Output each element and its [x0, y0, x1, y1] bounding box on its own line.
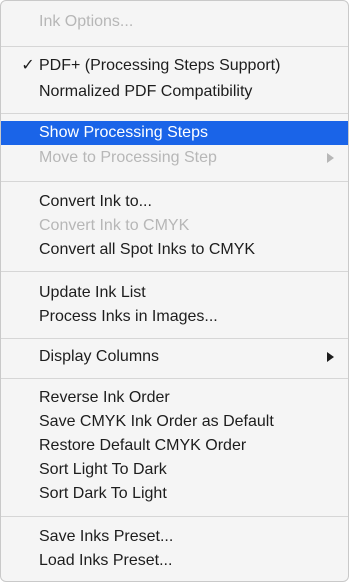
menu-item-restore-cmyk-order[interactable]: Restore Default CMYK Order [1, 435, 348, 457]
menu-separator [1, 338, 348, 339]
ink-options-menu: Ink Options... ✓ PDF+ (Processing Steps … [0, 0, 349, 582]
submenu-arrow-icon [327, 153, 334, 163]
menu-item-sort-dark-to-light[interactable]: Sort Dark To Light [1, 483, 348, 505]
menu-separator [1, 181, 348, 182]
checkmark-icon: ✓ [21, 57, 35, 74]
menu-item-label: Normalized PDF Compatibility [39, 83, 253, 100]
menu-item-save-cmyk-order[interactable]: Save CMYK Ink Order as Default [1, 411, 348, 433]
menu-separator [1, 113, 348, 114]
menu-separator [1, 271, 348, 272]
menu-item-label: Update Ink List [39, 284, 146, 301]
menu-item-show-processing-steps[interactable]: Show Processing Steps [1, 121, 348, 145]
menu-item-label: Convert Ink to CMYK [39, 217, 190, 234]
menu-item-label: Save CMYK Ink Order as Default [39, 413, 274, 430]
menu-item-label: Convert all Spot Inks to CMYK [39, 241, 256, 258]
menu-item-reverse-ink-order[interactable]: Reverse Ink Order [1, 387, 348, 409]
menu-item-convert-ink-to[interactable]: Convert Ink to... [1, 191, 348, 213]
menu-item-update-ink-list[interactable]: Update Ink List [1, 282, 348, 304]
menu-item-pdf-plus[interactable]: ✓ PDF+ (Processing Steps Support) [1, 55, 348, 77]
menu-item-process-inks-in-images[interactable]: Process Inks in Images... [1, 306, 348, 328]
menu-item-label: Ink Options... [39, 13, 134, 30]
menu-item-label: Sort Dark To Light [39, 485, 167, 502]
menu-item-label: Reverse Ink Order [39, 389, 170, 406]
menu-item-ink-options: Ink Options... [1, 11, 348, 33]
menu-item-label: Restore Default CMYK Order [39, 437, 247, 454]
menu-item-sort-light-to-dark[interactable]: Sort Light To Dark [1, 459, 348, 481]
menu-item-convert-all-spot-inks[interactable]: Convert all Spot Inks to CMYK [1, 239, 348, 261]
menu-item-label: Load Inks Preset... [39, 552, 173, 569]
submenu-arrow-icon [327, 352, 334, 362]
menu-item-load-inks-preset[interactable]: Load Inks Preset... [1, 550, 348, 572]
menu-item-label: Convert Ink to... [39, 193, 152, 210]
menu-item-label: Move to Processing Step [39, 149, 217, 166]
menu-separator [1, 516, 348, 517]
menu-item-save-inks-preset[interactable]: Save Inks Preset... [1, 526, 348, 548]
menu-item-move-to-processing-step: Move to Processing Step [1, 147, 348, 169]
menu-separator [1, 46, 348, 47]
menu-item-label: Display Columns [39, 348, 160, 365]
menu-item-normalized-pdf[interactable]: Normalized PDF Compatibility [1, 81, 348, 103]
menu-separator [1, 378, 348, 379]
menu-item-convert-ink-to-cmyk: Convert Ink to CMYK [1, 215, 348, 237]
menu-item-label: PDF+ (Processing Steps Support) [39, 57, 281, 74]
menu-item-label: Save Inks Preset... [39, 528, 174, 545]
menu-item-label: Sort Light To Dark [39, 461, 167, 478]
menu-item-label: Show Processing Steps [39, 124, 208, 141]
menu-item-display-columns[interactable]: Display Columns [1, 346, 348, 368]
menu-item-label: Process Inks in Images... [39, 308, 218, 325]
